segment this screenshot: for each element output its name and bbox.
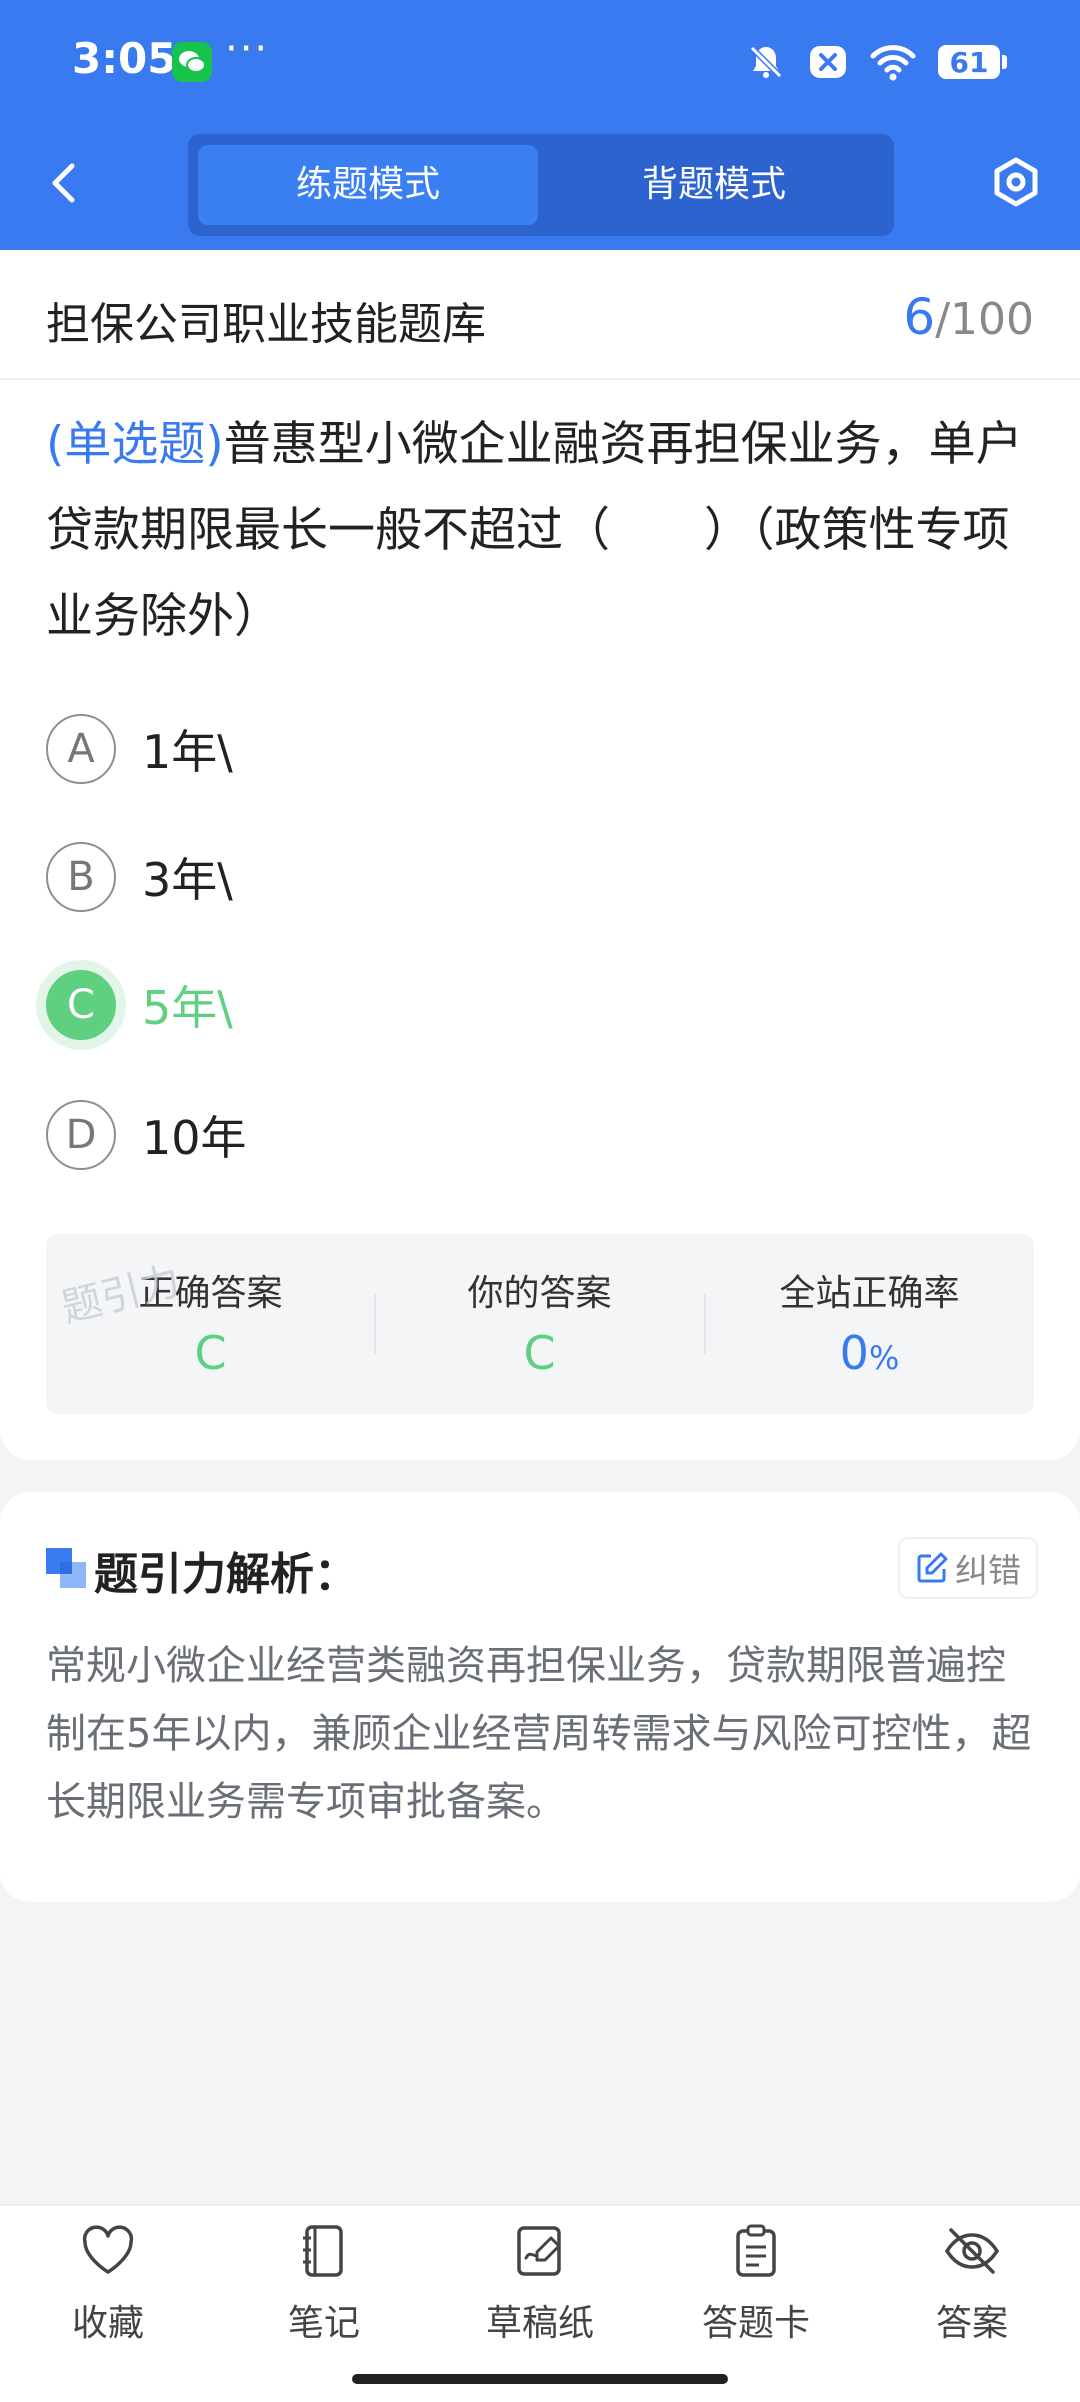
accuracy-unit: %	[868, 1339, 900, 1377]
option-letter: A	[46, 714, 116, 784]
tab-practice-mode[interactable]: 练题模式	[198, 145, 538, 225]
option-b[interactable]: B 3年\	[46, 840, 746, 914]
favorite-label: 收藏	[71, 2303, 144, 2344]
option-a[interactable]: A 1年\	[46, 712, 746, 786]
answer-summary: 正确答案 C 你的答案 C 全站正确率 0%	[46, 1234, 1034, 1414]
option-d[interactable]: D 10年	[46, 1098, 746, 1172]
divider	[0, 378, 1080, 380]
notebook-icon	[303, 2225, 343, 2277]
your-answer-label: 你的答案	[467, 1273, 612, 1314]
settings-button[interactable]	[990, 156, 1042, 208]
answer-card-icon	[736, 2224, 776, 2277]
option-letter: D	[46, 1100, 116, 1170]
current-question-number: 6	[903, 288, 936, 346]
answer-toggle-label: 答案	[935, 2303, 1008, 2344]
analysis-title: 题引力解析：	[94, 1549, 358, 1600]
question-progress: 6/100	[903, 288, 1034, 346]
question-bank-title: 担保公司职业技能题库	[46, 299, 486, 350]
accuracy-value: 0%	[705, 1326, 1034, 1380]
bell-off-icon	[749, 45, 783, 79]
scratch-paper-label: 草稿纸	[485, 2303, 594, 2344]
notes-button[interactable]: 笔记	[216, 2222, 432, 2372]
option-text: 10年	[142, 1111, 247, 1165]
status-time: 3:05	[72, 34, 177, 83]
option-text: 5年\	[142, 981, 233, 1035]
back-button[interactable]	[40, 158, 90, 208]
notes-label: 笔记	[287, 2303, 360, 2344]
scratch-paper-button[interactable]: 草稿纸	[432, 2222, 648, 2372]
battery-indicator: 61	[938, 45, 1007, 79]
report-error-button[interactable]: 纠错	[898, 1537, 1038, 1599]
mode-switch: 练题模式 背题模式	[188, 134, 894, 236]
wifi-icon	[870, 45, 916, 81]
accuracy-label: 全站正确率	[779, 1273, 960, 1314]
question-text: (单选题)普惠型小微企业融资再担保业务，单户贷款期限最长一般不超过（ ）（政策性…	[46, 402, 1036, 660]
correct-answer-value: C	[194, 1326, 227, 1380]
scratch-paper-icon	[517, 2226, 561, 2276]
your-answer-col: 你的答案 C	[375, 1234, 704, 1414]
option-c[interactable]: C 5年\	[46, 968, 746, 1042]
tab-memorize-mode[interactable]: 背题模式	[544, 145, 884, 225]
accuracy-number: 0	[839, 1326, 869, 1380]
total-questions: /100	[935, 294, 1034, 345]
answer-card-button[interactable]: 答题卡	[648, 2222, 864, 2372]
chevron-left-icon	[52, 163, 75, 203]
status-more-dots: ···	[225, 26, 270, 72]
wechat-icon	[172, 42, 212, 82]
heart-icon	[82, 2225, 134, 2274]
option-text: 1年\	[142, 725, 233, 779]
question-type: (单选题)	[46, 417, 224, 472]
home-indicator[interactable]	[352, 2374, 728, 2384]
settings-hexagon-icon	[994, 157, 1038, 207]
option-letter: C	[46, 970, 116, 1040]
analysis-text: 常规小微企业经营类融资再担保业务，贷款期限普遍控制在5年以内，兼顾企业经营周转需…	[46, 1643, 1032, 1825]
eye-off-icon	[944, 2228, 1000, 2274]
your-answer-value: C	[523, 1326, 556, 1380]
option-text: 3年\	[142, 853, 233, 907]
answer-toggle-button[interactable]: 答案	[864, 2222, 1080, 2372]
favorite-button[interactable]: 收藏	[0, 2222, 216, 2372]
report-error-label: 纠错	[955, 1551, 1021, 1590]
answer-card-label: 答题卡	[701, 2303, 810, 2344]
status-icons: 61	[746, 40, 1007, 84]
accuracy-col: 全站正确率 0%	[705, 1234, 1034, 1414]
close-notification-icon	[810, 46, 846, 78]
option-letter: B	[46, 842, 116, 912]
analysis-icon	[46, 1548, 86, 1588]
edit-icon	[917, 1552, 948, 1583]
